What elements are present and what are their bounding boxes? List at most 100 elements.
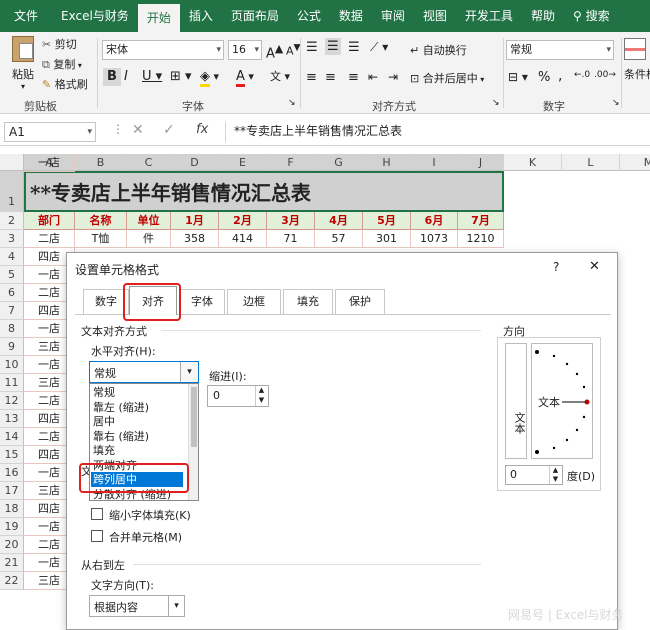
tab-insert[interactable]: 插入 xyxy=(180,0,222,32)
enter-icon[interactable]: ✓ xyxy=(163,122,175,138)
bold-button[interactable]: B xyxy=(103,68,121,86)
text-direction-select[interactable]: 根据内容 ▾ xyxy=(89,595,185,617)
comma-button[interactable]: , xyxy=(558,68,562,84)
number-format-select[interactable]: 常规 ▾ xyxy=(506,40,614,60)
tab-excel-finance[interactable]: Excel与财务 xyxy=(52,0,138,32)
row-header-8[interactable]: 8 xyxy=(0,320,24,338)
dialog-launcher-icon[interactable]: ↘ xyxy=(612,98,620,108)
name-box[interactable]: A1 ▾ xyxy=(4,122,96,142)
data-cell[interactable]: 二店 xyxy=(24,230,75,248)
column-header-b[interactable]: B xyxy=(75,154,127,171)
row-header-18[interactable]: 18 xyxy=(0,500,24,518)
column-header-h[interactable]: H xyxy=(363,154,411,171)
spin-down-icon[interactable]: ▼ xyxy=(549,475,561,484)
data-cell[interactable]: 57 xyxy=(315,230,363,248)
percent-button[interactable]: % xyxy=(538,70,550,85)
decrease-indent-button[interactable]: ⇤ xyxy=(368,70,378,84)
formula-input[interactable]: **专卖店上半年销售情况汇总表 xyxy=(225,122,650,142)
merge-cells-checkbox[interactable] xyxy=(91,530,103,542)
tab-page-layout[interactable]: 页面布局 xyxy=(222,0,288,32)
tab-border[interactable]: 边框 xyxy=(227,289,281,314)
help-button[interactable]: ? xyxy=(553,260,559,274)
row-header-19[interactable]: 19 xyxy=(0,518,24,536)
tab-data[interactable]: 数据 xyxy=(330,0,372,32)
row-header-13[interactable]: 13 xyxy=(0,410,24,428)
tab-review[interactable]: 审阅 xyxy=(372,0,414,32)
indent-spinner[interactable]: 0 ▲ ▼ xyxy=(207,385,269,407)
row-header-1[interactable]: 1 xyxy=(0,171,24,212)
horizontal-align-option[interactable]: 靠左 (缩进) xyxy=(91,400,183,415)
header-cell[interactable]: 单位 xyxy=(127,212,171,230)
header-cell[interactable]: 2月 xyxy=(219,212,267,230)
data-cell[interactable]: 件 xyxy=(127,230,171,248)
italic-button[interactable]: I xyxy=(124,68,128,86)
data-cell[interactable]: 71 xyxy=(267,230,315,248)
orientation-dial[interactable]: 文本 xyxy=(531,343,593,459)
border-button[interactable]: ⊞ ▾ xyxy=(170,68,192,86)
column-header-k[interactable]: K xyxy=(504,154,562,171)
tab-help[interactable]: 帮助 xyxy=(522,0,564,32)
phonetic-button[interactable]: 文 ▾ xyxy=(270,68,290,86)
align-middle-button[interactable]: ☰ xyxy=(325,38,341,55)
horizontal-align-option[interactable]: 靠右 (缩进) xyxy=(91,429,183,444)
column-header-e[interactable]: E xyxy=(219,154,267,171)
spin-down-icon[interactable]: ▼ xyxy=(255,396,267,406)
close-button[interactable]: ✕ xyxy=(589,259,600,274)
row-header-22[interactable]: 22 xyxy=(0,572,24,590)
cancel-icon[interactable]: ✕ xyxy=(132,122,144,138)
tab-fill[interactable]: 填充 xyxy=(283,289,333,314)
tab-protection[interactable]: 保护 xyxy=(335,289,385,314)
currency-button[interactable]: ⊟ ▾ xyxy=(508,70,528,84)
row-header-5[interactable]: 5 xyxy=(0,266,24,284)
align-center-button[interactable]: ≡ xyxy=(325,70,336,85)
column-header-g[interactable]: G xyxy=(315,154,363,171)
row-header-15[interactable]: 15 xyxy=(0,446,24,464)
font-name-select[interactable]: 宋体 ▾ xyxy=(102,40,224,60)
tab-file[interactable]: 文件 xyxy=(0,0,52,32)
increase-font-button[interactable]: A▲ xyxy=(266,42,283,61)
header-cell[interactable]: 名称 xyxy=(75,212,127,230)
tab-view[interactable]: 视图 xyxy=(414,0,456,32)
row-header-12[interactable]: 12 xyxy=(0,392,24,410)
copy-button[interactable]: ⧉ 复制 ▾ xyxy=(42,56,82,72)
header-cell[interactable]: 5月 xyxy=(363,212,411,230)
underline-button[interactable]: U ▾ xyxy=(142,68,162,86)
font-size-select[interactable]: 16 ▾ xyxy=(228,40,262,60)
row-header-3[interactable]: 3 xyxy=(0,230,24,248)
increase-indent-button[interactable]: ⇥ xyxy=(388,70,398,84)
align-right-button[interactable]: ≡ xyxy=(348,70,359,85)
insert-function-button[interactable]: fx xyxy=(196,122,208,137)
row-header-9[interactable]: 9 xyxy=(0,338,24,356)
header-cell[interactable]: 1月 xyxy=(171,212,219,230)
align-left-button[interactable]: ≡ xyxy=(306,70,317,85)
row-header-16[interactable]: 16 xyxy=(0,464,24,482)
column-header-c[interactable]: C xyxy=(127,154,171,171)
tab-home[interactable]: 开始 xyxy=(137,4,180,32)
vertical-text-button[interactable]: 文本 xyxy=(505,343,527,459)
horizontal-align-select[interactable]: 常规 ▾ xyxy=(89,361,199,383)
row-header-4[interactable]: 4 xyxy=(0,248,24,266)
spin-up-icon[interactable]: ▲ xyxy=(549,466,561,475)
column-header-f[interactable]: F xyxy=(267,154,315,171)
title-cell[interactable]: **专卖店上半年销售情况汇总表 xyxy=(24,171,504,212)
row-header-10[interactable]: 10 xyxy=(0,356,24,374)
data-cell[interactable]: 1210 xyxy=(458,230,504,248)
header-cell[interactable]: 3月 xyxy=(267,212,315,230)
tab-developer[interactable]: 开发工具 xyxy=(456,0,522,32)
increase-decimal-button[interactable]: ←.0 xyxy=(574,70,590,80)
fill-color-button[interactable]: ◈ ▾ xyxy=(200,68,219,87)
dialog-launcher-icon[interactable]: ↘ xyxy=(288,98,296,108)
column-header-m[interactable]: M xyxy=(620,154,650,171)
column-header-i[interactable]: I xyxy=(411,154,458,171)
wrap-text-button[interactable]: ↵ 自动换行 xyxy=(410,42,467,58)
header-cell[interactable]: 7月 xyxy=(458,212,504,230)
data-cell[interactable]: 1073 xyxy=(411,230,458,248)
font-color-button[interactable]: A ▾ xyxy=(236,68,254,87)
align-bottom-button[interactable]: ☰ xyxy=(348,40,360,55)
horizontal-align-option[interactable]: 填充 xyxy=(91,443,183,458)
cut-button[interactable]: ✂ 剪切 xyxy=(42,36,77,52)
decrease-font-button[interactable]: A▼ xyxy=(286,42,301,58)
orientation-button[interactable]: ⟋ ▾ xyxy=(370,40,388,55)
row-header-17[interactable]: 17 xyxy=(0,482,24,500)
department-cell[interactable]: 一店 xyxy=(24,154,75,172)
